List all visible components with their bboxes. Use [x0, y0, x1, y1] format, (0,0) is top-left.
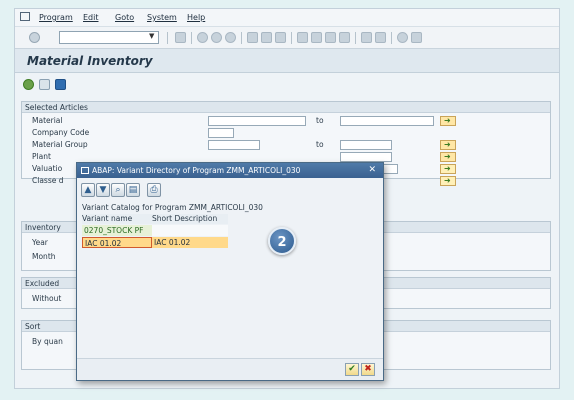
variant-name-cell[interactable]: IAC 01.02 [82, 237, 152, 248]
material-to-input[interactable] [340, 116, 434, 126]
execute-icon[interactable] [23, 79, 34, 90]
toolbar-separator [355, 32, 356, 44]
dialog-title: ABAP: Variant Directory of Program ZMM_A… [92, 166, 301, 175]
toolbar-separator [167, 32, 168, 44]
label-by-quantity: By quan [32, 337, 63, 346]
column-header-short-description[interactable]: Short Description [152, 214, 228, 224]
print-icon[interactable] [247, 32, 258, 43]
first-page-icon[interactable] [297, 32, 308, 43]
column-header-variant-name[interactable]: Variant name [82, 214, 152, 224]
last-page-icon[interactable] [339, 32, 350, 43]
shortcut-icon[interactable] [375, 32, 386, 43]
to-label: to [316, 140, 324, 149]
label-material-group: Material Group [32, 140, 88, 149]
enter-icon[interactable] [29, 32, 40, 43]
create-session-icon[interactable] [361, 32, 372, 43]
get-variant-icon[interactable] [39, 79, 50, 90]
label-classe: Classe d [32, 176, 64, 185]
to-label: to [316, 116, 324, 125]
step-number-badge: 2 [268, 227, 296, 255]
menu-goto[interactable]: Goto [115, 13, 134, 22]
help-icon[interactable] [397, 32, 408, 43]
cancel-icon[interactable] [225, 32, 236, 43]
find-icon[interactable]: ⌕ [111, 183, 125, 197]
plant-to-input[interactable] [340, 152, 392, 162]
back-icon[interactable] [197, 32, 208, 43]
info-icon[interactable] [55, 79, 66, 90]
group-header: Selected Articles [22, 102, 550, 113]
command-field[interactable] [59, 31, 159, 44]
layout-menu-icon[interactable] [411, 32, 422, 43]
application-toolbar [15, 73, 559, 95]
variant-directory-dialog: ABAP: Variant Directory of Program ZMM_A… [76, 162, 384, 381]
print-icon[interactable]: ⎙ [147, 183, 161, 197]
toolbar-separator [241, 32, 242, 44]
description-cell[interactable] [152, 225, 228, 236]
next-page-icon[interactable] [325, 32, 336, 43]
label-material: Material [32, 116, 63, 125]
multiple-selection-button[interactable] [440, 116, 456, 126]
multiple-selection-button[interactable] [440, 176, 456, 186]
window-menu-icon[interactable] [20, 12, 30, 21]
toolbar-separator [291, 32, 292, 44]
menu-edit[interactable]: Edit [83, 13, 99, 22]
description-cell[interactable]: IAC 01.02 [152, 237, 228, 248]
standard-toolbar: ▼ [15, 27, 559, 49]
page-title: Material Inventory [27, 54, 153, 68]
company-code-input[interactable] [208, 128, 234, 138]
menu-bar: Program Edit Goto System Help [15, 9, 559, 27]
filter-icon[interactable]: ▼ [96, 183, 110, 197]
catalog-label: Variant Catalog for Program ZMM_ARTICOLI… [82, 203, 263, 212]
label-valuation: Valuatio [32, 164, 63, 173]
confirm-button[interactable]: ✔ [345, 363, 359, 376]
find-icon[interactable] [261, 32, 272, 43]
dialog-toolbar: ▲ ▼ ⌕ ▤ ⎙ [81, 183, 281, 199]
previous-page-icon[interactable] [311, 32, 322, 43]
multiple-selection-button[interactable] [440, 164, 456, 174]
material-from-input[interactable] [208, 116, 306, 126]
multiple-selection-button[interactable] [440, 152, 456, 162]
cancel-button[interactable]: ✖ [361, 363, 375, 376]
table-row[interactable]: 0270_STOCK PF [82, 225, 228, 236]
close-icon[interactable]: ✕ [368, 163, 376, 178]
menu-help[interactable]: Help [187, 13, 205, 22]
label-company-code: Company Code [32, 128, 90, 137]
material-group-to-input[interactable] [340, 140, 392, 150]
variant-name-cell[interactable]: 0270_STOCK PF [82, 225, 152, 236]
title-bar: Material Inventory [15, 49, 559, 73]
exit-icon[interactable] [211, 32, 222, 43]
toolbar-separator [391, 32, 392, 44]
toolbar-separator [191, 32, 192, 44]
dialog-title-bar: ABAP: Variant Directory of Program ZMM_A… [77, 163, 383, 178]
multiple-selection-button[interactable] [440, 140, 456, 150]
find-next-icon[interactable] [275, 32, 286, 43]
window-icon [81, 167, 89, 174]
dialog-footer: ✔ ✖ [77, 358, 383, 380]
menu-system[interactable]: System [147, 13, 177, 22]
menu-program[interactable]: Program [39, 13, 73, 22]
label-year: Year [32, 238, 48, 247]
sort-ascending-icon[interactable]: ▲ [81, 183, 95, 197]
label-without: Without [32, 294, 62, 303]
save-icon[interactable] [175, 32, 186, 43]
material-group-from-input[interactable] [208, 140, 260, 150]
label-month: Month [32, 252, 56, 261]
command-dropdown-icon[interactable]: ▼ [149, 32, 154, 40]
label-plant: Plant [32, 152, 51, 161]
table-row-selected[interactable]: IAC 01.02 IAC 01.02 [82, 237, 228, 248]
details-icon[interactable]: ▤ [126, 183, 140, 197]
